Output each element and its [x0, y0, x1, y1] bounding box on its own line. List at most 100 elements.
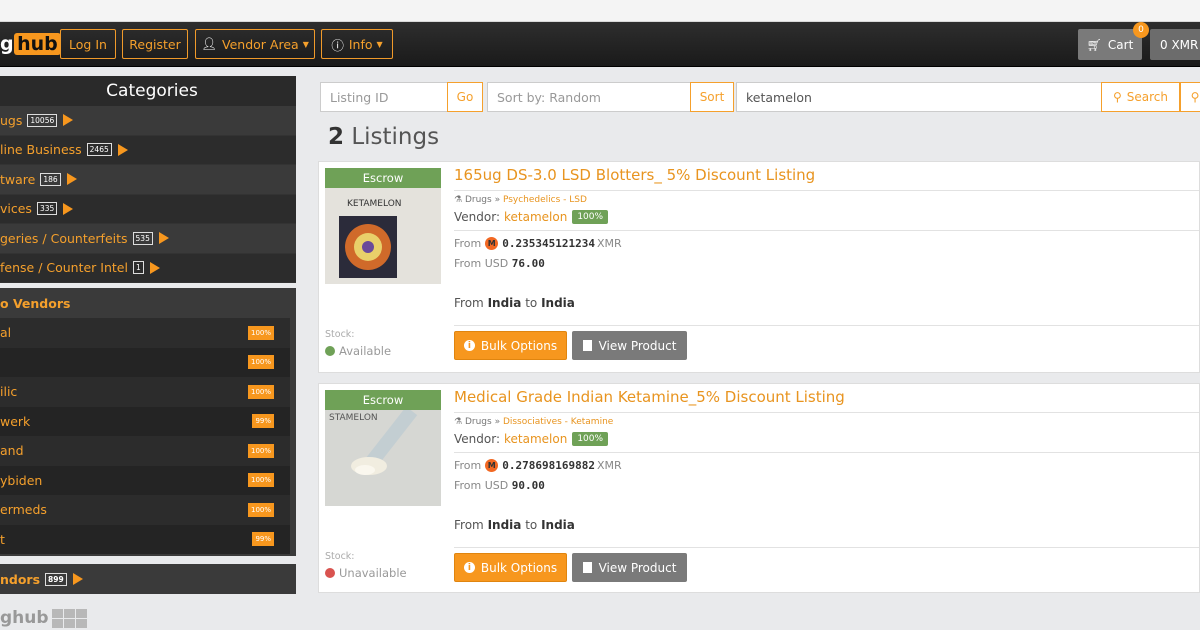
category-label: ugs — [0, 112, 23, 128]
listing-title[interactable]: Medical Grade Indian Ketamine_5% Discoun… — [454, 388, 845, 406]
search-icon-button[interactable]: ⚲ — [1180, 82, 1200, 112]
category-count: 1 — [132, 261, 144, 275]
category-item[interactable]: line Business 2465 — [0, 135, 296, 165]
search-label: Search — [1126, 90, 1169, 104]
footer-logo: g hub — [0, 608, 87, 628]
category-item[interactable]: tware 186 — [0, 165, 296, 195]
listing-image[interactable]: STAMELON Escrow — [325, 390, 441, 506]
user-icon: 👤︎ — [201, 36, 218, 51]
category-label: line Business — [0, 142, 82, 158]
drug-icon: ⚗ — [454, 417, 463, 427]
arrow-right-icon — [63, 202, 74, 215]
stock-dot-icon — [325, 346, 335, 356]
ship-to: India — [541, 296, 575, 310]
top-vendors-panel: o Vendors al 100% 100% ilic 100% werk 99% a… — [0, 288, 296, 556]
vendor-link[interactable]: ketamelon — [504, 432, 567, 446]
listing-card: KETAMELON Escrow 165ug DS-3.0 LSD Blotte… — [318, 161, 1200, 373]
arrow-right-icon — [72, 573, 83, 585]
all-vendors-link[interactable]: ndors 899 — [0, 564, 296, 594]
category-label: tware — [0, 171, 36, 187]
category-item[interactable]: vices 335 — [0, 194, 296, 224]
footer-badge-icon — [51, 608, 87, 628]
category-item[interactable]: geries / Counterfeits 535 — [0, 224, 296, 254]
logo-left: g — [0, 33, 14, 55]
vendor-item[interactable]: ermeds 100% — [0, 495, 290, 525]
listing-breadcrumb: ⚗ Drugs » Psychedelics - LSD — [454, 195, 587, 205]
login-label: Log In — [69, 36, 107, 52]
category-count: 335 — [36, 202, 58, 216]
login-button[interactable]: Log In — [60, 29, 116, 59]
site-logo[interactable]: g hub — [0, 32, 61, 56]
divider — [454, 547, 1199, 548]
vendor-area-dropdown[interactable]: 👤︎ Vendor Area ▼ — [195, 29, 315, 59]
ship-to-label: to — [525, 296, 538, 310]
bulk-options-button[interactable]: i Bulk Options — [454, 553, 567, 582]
stock-label: Stock: — [325, 551, 355, 562]
stock-label: Stock: — [325, 329, 355, 340]
stock-status: Available — [325, 344, 391, 358]
cart-button[interactable]: 🛒︎ Cart — [1078, 29, 1142, 60]
balance-button[interactable]: 0 XMR — [1150, 29, 1200, 60]
all-vendors-count: 899 — [45, 572, 67, 586]
info-dropdown[interactable]: ⓘ Info ▼ — [321, 29, 393, 59]
category-label: fense / Counter Intel — [0, 260, 128, 276]
search-input[interactable]: ketamelon — [736, 82, 1102, 112]
document-icon — [582, 340, 592, 351]
category-item[interactable]: fense / Counter Intel 1 — [0, 253, 296, 283]
search-bar: Listing ID Go Sort by: Random Sort ketam… — [320, 82, 1200, 112]
crumb-category[interactable]: Dissociatives - Ketamine — [503, 417, 613, 427]
listing-image[interactable]: KETAMELON Escrow — [325, 168, 441, 284]
view-product-button[interactable]: View Product — [572, 331, 687, 360]
vendor-item[interactable]: werk 99% — [0, 406, 290, 436]
view-product-button[interactable]: View Product — [572, 553, 687, 582]
xmr-unit: XMR — [596, 237, 622, 250]
listing-id-input[interactable]: Listing ID — [320, 82, 448, 112]
go-button[interactable]: Go — [447, 82, 483, 112]
crumb-root[interactable]: Drugs — [465, 195, 492, 205]
vendor-link[interactable]: ketamelon — [504, 210, 567, 224]
register-button[interactable]: Register — [122, 29, 188, 59]
vendor-item[interactable]: al 100% — [0, 318, 290, 348]
vendor-item[interactable]: t 99% — [0, 524, 290, 554]
monero-icon: M — [485, 237, 499, 250]
vendor-item[interactable]: and 100% — [0, 436, 290, 466]
thumb-text: KETAMELON — [347, 199, 402, 209]
sort-select[interactable]: Sort by: Random — [487, 82, 691, 112]
vendor-item[interactable]: ilic 100% — [0, 377, 290, 407]
shipping-info: From India to India — [454, 296, 575, 310]
vendor-item[interactable]: ybiden 100% — [0, 465, 290, 495]
ship-from: India — [487, 296, 522, 310]
ship-from-label: From — [454, 296, 484, 310]
ship-from-label: From — [454, 518, 484, 532]
bulk-label: Bulk Options — [480, 338, 558, 353]
crumb-root[interactable]: Drugs — [465, 417, 492, 427]
search-button[interactable]: ⚲ Search — [1101, 82, 1180, 112]
thumb-text: STAMELON — [329, 413, 378, 423]
crumb-category[interactable]: Psychedelics - LSD — [503, 195, 587, 205]
xmr-price: From M 0.278698169882 XMR — [454, 459, 622, 472]
search-icon: ⚲ — [1190, 90, 1200, 104]
divider — [454, 325, 1199, 326]
sort-button[interactable]: Sort — [690, 82, 734, 112]
listing-title[interactable]: 165ug DS-3.0 LSD Blotters_ 5% Discount L… — [454, 166, 815, 184]
listing-card: STAMELON Escrow Medical Grade Indian Ket… — [318, 383, 1200, 593]
info-icon: ⓘ — [331, 37, 344, 53]
ship-from: India — [487, 518, 522, 532]
divider — [454, 452, 1199, 453]
divider — [454, 230, 1199, 231]
vendor-label: t — [0, 531, 5, 547]
category-item[interactable]: ugs 10056 — [0, 106, 296, 136]
vendor-line: Vendor: ketamelon 100% — [454, 210, 609, 224]
cart-count-badge: 0 — [1133, 22, 1149, 38]
from-label: From — [454, 459, 482, 472]
category-count: 10056 — [27, 113, 58, 127]
stock-value: Available — [339, 344, 392, 358]
vendor-area-label: Vendor Area — [222, 36, 299, 52]
bulk-options-button[interactable]: i Bulk Options — [454, 331, 567, 360]
vendor-score: 100% — [247, 325, 274, 340]
xmr-price: From M 0.235345121234 XMR — [454, 237, 622, 250]
category-count: 535 — [132, 231, 153, 245]
categories-title: Categories — [0, 76, 296, 106]
stock-status: Unavailable — [325, 566, 407, 580]
vendor-item[interactable]: 100% — [0, 347, 290, 377]
